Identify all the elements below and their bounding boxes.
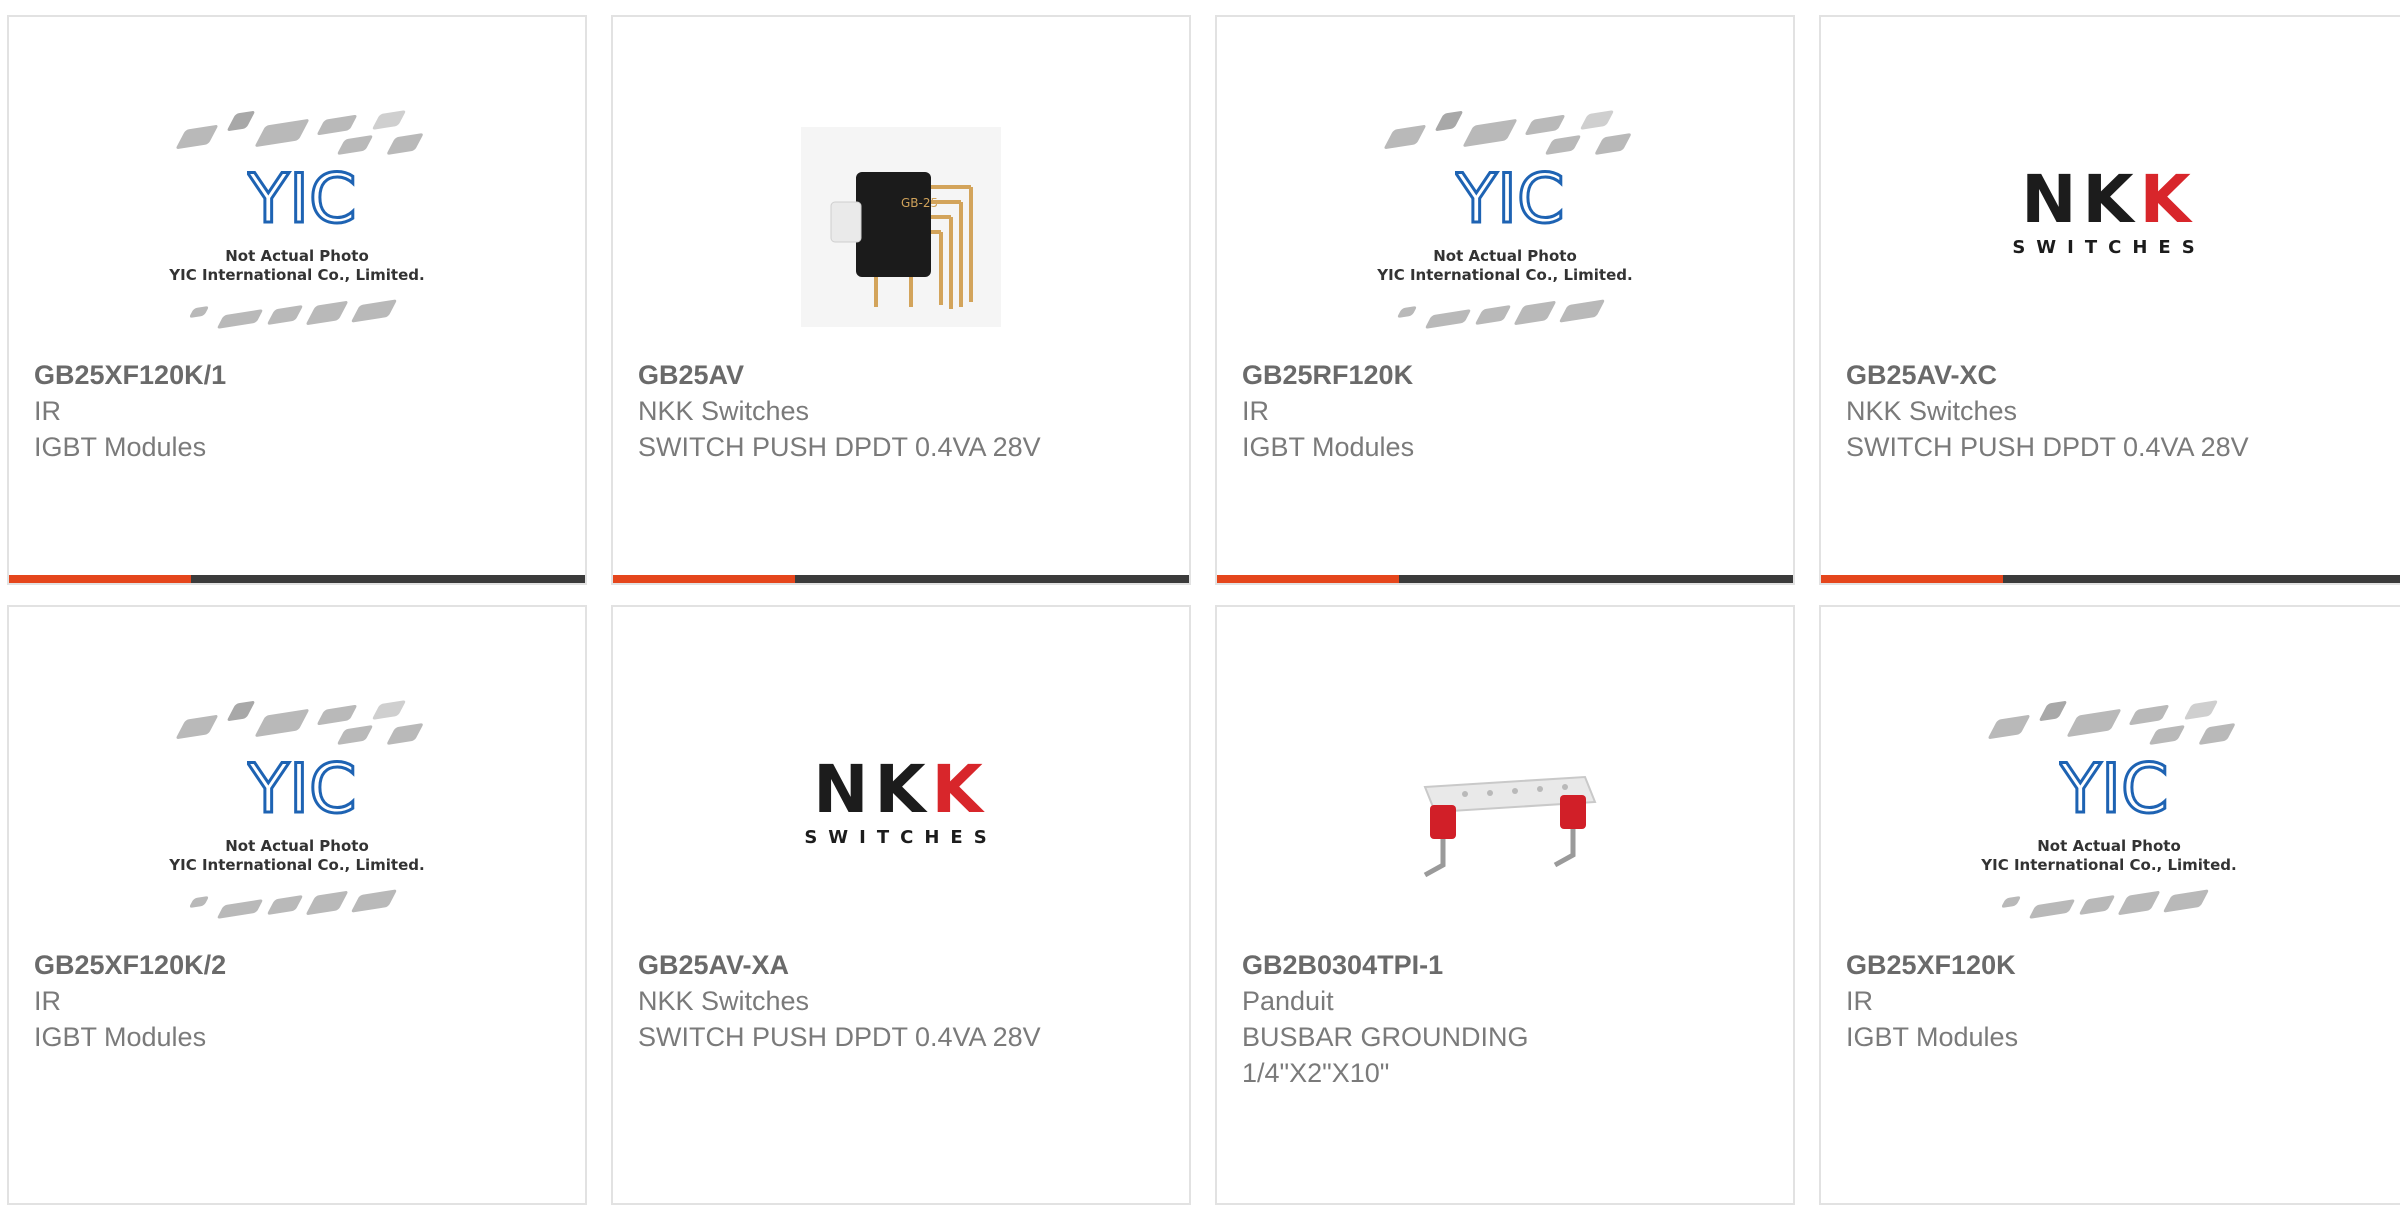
product-card[interactable]: NKK SWITCHES GB25AV-XA NKK Switches SWIT…	[611, 605, 1191, 1205]
placeholder-image: YIC Not Actual Photo YIC International C…	[162, 107, 432, 347]
card-accent-bar	[1217, 575, 1793, 583]
part-number[interactable]: GB25AV	[638, 357, 1169, 393]
product-card[interactable]: YIC Not Actual Photo YIC International C…	[1215, 15, 1795, 585]
product-image[interactable]: NKK SWITCHES	[1821, 77, 2397, 347]
svg-text:YIC: YIC	[247, 160, 357, 237]
placeholder-image: YIC Not Actual Photo YIC International C…	[162, 697, 432, 937]
part-number[interactable]: GB25XF120K/2	[34, 947, 565, 983]
manufacturer: IR	[34, 396, 61, 426]
description: IGBT Modules	[34, 1022, 207, 1052]
placeholder-image: YIC Not Actual Photo YIC International C…	[1974, 697, 2244, 937]
part-number[interactable]: GB25XF120K	[1846, 947, 2397, 983]
product-card[interactable]: YIC Not Actual Photo YIC International C…	[7, 15, 587, 585]
description: IGBT Modules	[1846, 1022, 2019, 1052]
svg-text:YIC: YIC	[2059, 750, 2169, 827]
product-image[interactable]	[1217, 682, 1793, 952]
manufacturer: NKK Switches	[638, 396, 810, 426]
product-image[interactable]: YIC Not Actual Photo YIC International C…	[9, 682, 585, 952]
product-image[interactable]: YIC Not Actual Photo YIC International C…	[9, 92, 585, 362]
svg-text:YIC: YIC	[247, 750, 357, 827]
card-accent-bar	[9, 575, 585, 583]
nkk-logo: NKK SWITCHES	[2012, 160, 2206, 258]
part-number[interactable]: GB2B0304TPI-1	[1242, 947, 1773, 983]
product-card[interactable]: GB2B0304TPI-1 Panduit BUSBAR GROUNDING 1…	[1215, 605, 1795, 1205]
part-number[interactable]: GB25AV-XC	[1846, 357, 2397, 393]
part-number[interactable]: GB25RF120K	[1242, 357, 1773, 393]
description: BUSBAR GROUNDING 1/4"X2"X10"	[1242, 1022, 1529, 1088]
description: SWITCH PUSH DPDT 0.4VA 28V	[638, 1022, 1041, 1052]
description: SWITCH PUSH DPDT 0.4VA 28V	[1846, 432, 2249, 462]
switch-photo: GB-25	[801, 127, 1001, 327]
manufacturer: IR	[1846, 986, 1873, 1016]
manufacturer: NKK Switches	[1846, 396, 2018, 426]
product-card[interactable]: YIC Not Actual Photo YIC International C…	[7, 605, 587, 1205]
card-accent-bar	[613, 575, 1189, 583]
product-image[interactable]: YIC Not Actual Photo YIC International C…	[1821, 682, 2397, 952]
product-image[interactable]: NKK SWITCHES	[613, 667, 1189, 937]
description: SWITCH PUSH DPDT 0.4VA 28V	[638, 432, 1041, 462]
manufacturer: Panduit	[1242, 986, 1334, 1016]
product-image[interactable]: GB-25	[613, 92, 1189, 362]
description: IGBT Modules	[1242, 432, 1415, 462]
svg-text:YIC: YIC	[1455, 160, 1565, 237]
product-image[interactable]: YIC Not Actual Photo YIC International C…	[1217, 92, 1793, 362]
card-accent-bar	[1821, 575, 2400, 583]
part-number[interactable]: GB25AV-XA	[638, 947, 1169, 983]
product-card[interactable]: YIC Not Actual Photo YIC International C…	[1819, 605, 2400, 1205]
part-number[interactable]: GB25XF120K/1	[34, 357, 565, 393]
manufacturer: IR	[1242, 396, 1269, 426]
product-grid: YIC Not Actual Photo YIC International C…	[0, 0, 2400, 1205]
product-card[interactable]: NKK SWITCHES GB25AV-XC NKK Switches SWIT…	[1819, 15, 2400, 585]
product-card[interactable]: GB-25 GB25AV NKK Switches SWITCH PUSH DP…	[611, 15, 1191, 585]
description: IGBT Modules	[34, 432, 207, 462]
busbar-photo	[1423, 775, 1597, 878]
manufacturer: IR	[34, 986, 61, 1016]
nkk-logo: NKK SWITCHES	[804, 750, 998, 848]
placeholder-image: YIC Not Actual Photo YIC International C…	[1370, 107, 1640, 347]
manufacturer: NKK Switches	[638, 986, 810, 1016]
